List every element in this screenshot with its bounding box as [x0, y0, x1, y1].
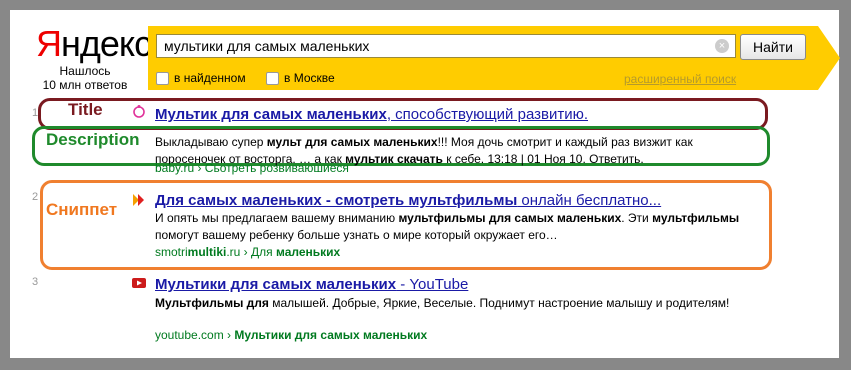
url-part: multiki [187, 245, 227, 259]
filter-moscow[interactable]: в Москве [266, 71, 335, 85]
results-count-label: Нашлось [59, 64, 111, 78]
results-count: Нашлось 10 млн ответов [30, 64, 140, 92]
url-part: .ru › Для [226, 245, 276, 259]
description-annotation-label: Description [46, 130, 140, 149]
filter-label: в Москве [284, 71, 335, 85]
result-title[interactable]: Мультики для самых маленьких - YouTube [155, 276, 468, 294]
url-part: smotri [155, 245, 188, 259]
clear-icon[interactable]: × [715, 39, 729, 53]
title-annotation-label: Title [68, 100, 103, 119]
result-title-rest: , способствующий развитию. [386, 106, 589, 123]
checkbox-icon[interactable] [156, 71, 169, 85]
advanced-search-link[interactable]: расширенный поиск [624, 72, 736, 86]
search-bar: мультики для самых маленьких × Найти в н… [148, 26, 840, 90]
snippet-annotation-label: Сниппет [46, 200, 118, 219]
result-snippet: Мультфильмы для малышей. Добрые, Яркие, … [155, 296, 730, 310]
search-query: мультики для самых маленьких [164, 38, 370, 54]
checkbox-icon[interactable] [266, 71, 279, 85]
result-rank: 3 [32, 276, 39, 288]
baby-favicon-icon [133, 105, 145, 118]
url-part: маленьких [275, 245, 341, 259]
search-button[interactable]: Найти [740, 34, 806, 60]
result-title[interactable]: Мультик для самых маленьких, способствую… [155, 106, 588, 124]
filter-label: в найденном [174, 71, 246, 85]
logo-letter: Я [36, 23, 62, 64]
result-title-link[interactable]: Для самых маленьких - смотреть мультфиль… [155, 192, 661, 209]
yandex-logo[interactable]: Яндекс [36, 23, 152, 64]
result-snippet: И опять мы предлагаем вашему вниманию му… [155, 211, 740, 242]
result-title-bold: Мультики для самых маленьких [155, 276, 397, 293]
youtube-icon [132, 278, 146, 288]
multiki-favicon-icon [133, 194, 144, 206]
result-title-rest: онлайн бесплатно... [517, 192, 662, 209]
result-title-rest: - YouTube [396, 276, 469, 293]
result-title[interactable]: Для самых маленьких - смотреть мультфиль… [155, 192, 661, 210]
results-count-value: 10 млн ответов [42, 78, 128, 92]
result-title-link[interactable]: Мультики для самых маленьких - YouTube [155, 276, 468, 293]
result-rank: 2 [32, 191, 39, 203]
result-title-link[interactable]: Мультик для самых маленьких, способствую… [155, 106, 588, 123]
logo-rest: ндекс [61, 23, 152, 64]
filter-in-found[interactable]: в найденном [156, 71, 246, 85]
result-url[interactable]: baby.ru › Сьотреть розвиваюшиеся [155, 161, 349, 175]
result-title-bold: Для самых маленьких - смотреть мультфиль… [155, 192, 518, 209]
result-title-bold: Мультик для самых маленьких [155, 106, 387, 123]
search-input[interactable]: мультики для самых маленьких × [156, 34, 736, 58]
serp-page: Яндекс Нашлось 10 млн ответов мультики д… [10, 10, 840, 358]
result-url[interactable]: youtube.com › Мультики для самых маленьк… [155, 328, 427, 342]
url-part: youtube.com › [155, 328, 235, 342]
url-part: Мультики для самых маленьких [234, 328, 428, 342]
result-rank: 1 [32, 107, 39, 119]
result-url[interactable]: smotrimultiki.ru › Для маленьких [155, 245, 340, 259]
